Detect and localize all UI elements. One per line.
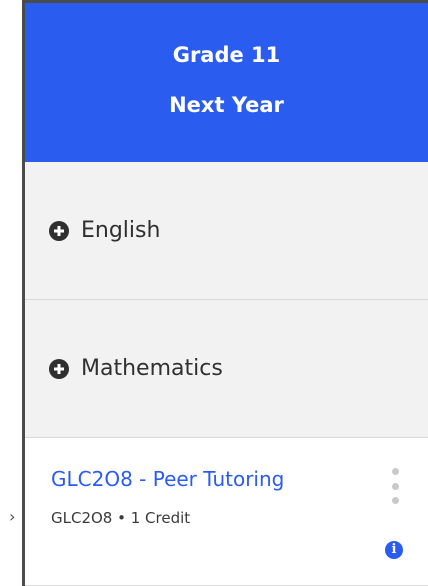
vertical-ellipsis-icon[interactable] [389, 468, 401, 504]
course-card[interactable]: GLC2O8 - Peer Tutoring GLC2O8 • 1 Credit… [25, 438, 428, 586]
subject-label: English [81, 218, 161, 243]
column-header: Grade 11 Next Year [25, 3, 428, 162]
grade-column: Grade 11 Next Year English Mathematics G… [22, 0, 428, 586]
subject-english[interactable]: English [25, 162, 428, 300]
previous-column-edge: › [0, 0, 22, 586]
course-credit-info: GLC2O8 • 1 Credit [51, 509, 191, 527]
year-label: Next Year [169, 92, 284, 117]
subject-mathematics[interactable]: Mathematics [25, 300, 428, 438]
plus-circle-icon[interactable] [49, 358, 69, 379]
chevron-right-icon[interactable]: › [9, 509, 15, 525]
course-title-link[interactable]: GLC2O8 - Peer Tutoring [51, 466, 428, 492]
planner-view: › Grade 11 Next Year English Mathematics… [0, 0, 428, 586]
info-icon[interactable]: i [385, 541, 403, 559]
grade-title: Grade 11 [172, 42, 281, 67]
subject-label: Mathematics [81, 356, 223, 381]
plus-circle-icon[interactable] [49, 220, 69, 241]
